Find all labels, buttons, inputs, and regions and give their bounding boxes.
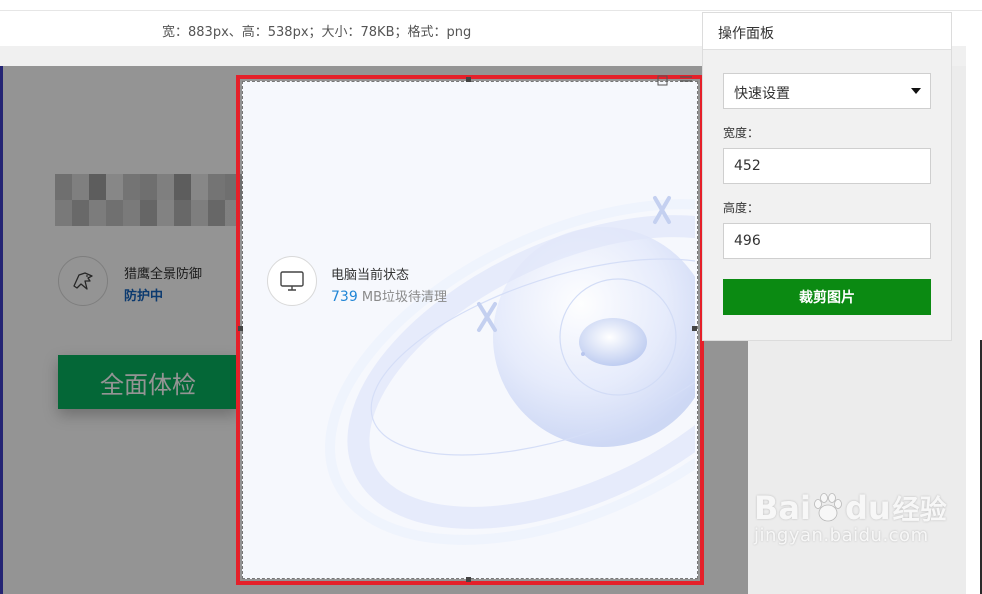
- operation-panel: 操作面板 快速设置 宽度： 高度： 裁剪图片: [702, 12, 952, 341]
- eagle-icon: [58, 256, 108, 306]
- crop-handle-icon[interactable]: [466, 77, 471, 82]
- pc-status-title: 电脑当前状态: [331, 268, 410, 283]
- planet-background-art: [325, 196, 695, 545]
- paw-icon: [814, 492, 842, 521]
- crop-handle-icon[interactable]: [238, 326, 243, 331]
- watermark-du: du: [844, 488, 891, 527]
- crop-toolbar-icons: [656, 73, 696, 90]
- crop-handle-icon[interactable]: [466, 577, 471, 582]
- eagle-defense-title: 猎鹰全景防御: [124, 267, 203, 282]
- watermark-url: jingyan.baidu.com: [754, 525, 929, 546]
- preset-select-value: 快速设置: [734, 86, 790, 102]
- watermark-bai: Bai: [754, 488, 811, 527]
- full-check-button[interactable]: 全面体检: [58, 355, 238, 409]
- crop-selection-content: 电脑当前状态 739 MB垃圾待清理: [242, 81, 698, 579]
- pc-junk-status: 739 MB垃圾待清理: [331, 286, 447, 305]
- height-label: 高度：: [723, 201, 760, 215]
- junk-size-text: MB垃圾待清理: [357, 290, 448, 305]
- preset-select[interactable]: 快速设置: [723, 73, 931, 109]
- junk-size-value: 739: [331, 289, 358, 305]
- crop-selection-box[interactable]: 电脑当前状态 739 MB垃圾待清理: [236, 75, 704, 585]
- monitor-icon: [267, 256, 317, 306]
- crop-image-button[interactable]: 裁剪图片: [723, 279, 931, 315]
- crop-handle-icon[interactable]: [692, 326, 697, 331]
- width-label: 宽度：: [723, 126, 760, 140]
- image-info-text: 宽：883px、高：538px；大小：78KB；格式：png: [162, 25, 472, 40]
- width-input[interactable]: [723, 148, 931, 184]
- panel-title: 操作面板: [703, 13, 951, 50]
- eagle-defense-status: 防护中: [124, 289, 164, 304]
- dropdown-arrow-icon: [911, 88, 921, 94]
- watermark-jingyan: 经验: [892, 495, 947, 526]
- baidu-watermark: Bai du 经验 jingyan.baidu.com: [754, 488, 947, 547]
- left-accent-stripe: [0, 66, 3, 594]
- height-input[interactable]: [723, 223, 931, 259]
